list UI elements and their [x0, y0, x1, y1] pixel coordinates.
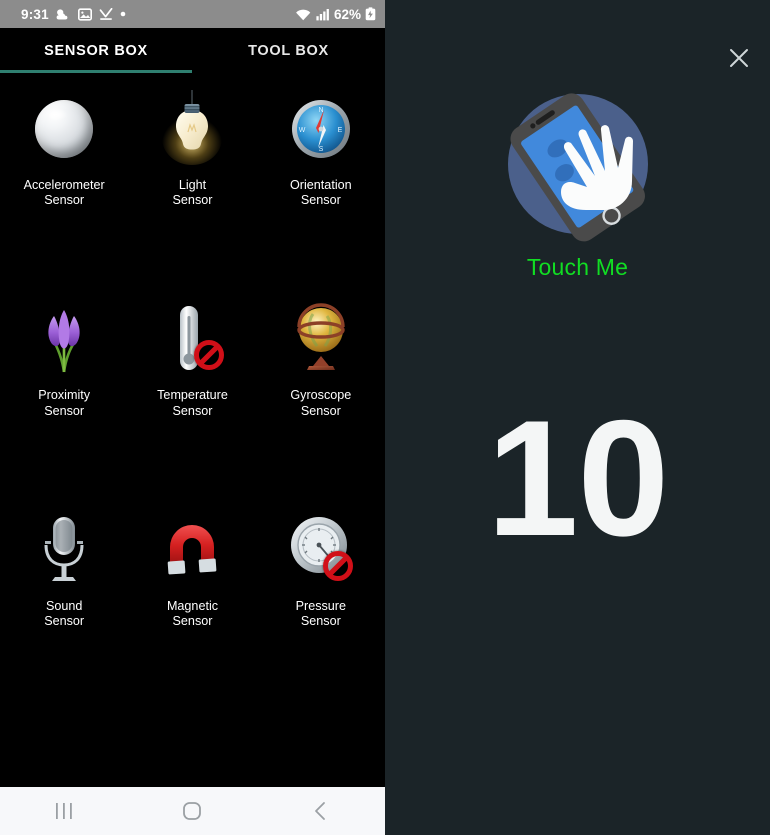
- sensor-label-light: Light Sensor: [172, 178, 213, 208]
- disabled-badge-icon: [322, 550, 353, 581]
- touch-me-title: Touch Me: [526, 254, 629, 280]
- photo-gallery-icon: [77, 7, 92, 21]
- globe-gyroscope-icon: [283, 300, 359, 378]
- status-bar-left: 9:31: [21, 7, 295, 22]
- touch-hand-on-phone-icon: [507, 93, 648, 242]
- sensor-item-accelerometer[interactable]: Accelerometer Sensor: [0, 78, 128, 288]
- microphone-icon: [26, 511, 102, 589]
- recent-apps-icon: [56, 803, 72, 819]
- silver-ball-icon: [26, 90, 102, 168]
- svg-text:W: W: [299, 127, 306, 134]
- battery-percent-label: 62%: [333, 6, 361, 22]
- sensor-label-accelerometer: Accelerometer Sensor: [23, 178, 105, 208]
- sensor-label-sound: Sound Sensor: [44, 598, 85, 629]
- compass-icon: N S W E: [283, 90, 359, 168]
- sensor-item-pressure[interactable]: Pressure Sensor: [257, 499, 385, 709]
- back-icon: [314, 802, 325, 820]
- close-icon: [730, 49, 748, 67]
- cellular-signal-icon: [316, 8, 329, 20]
- barometer-gauge-icon: [283, 511, 359, 589]
- light-bulb-icon: [154, 90, 230, 168]
- sensor-grid: Accelerometer Sensor Light Sensor N S W …: [0, 78, 385, 709]
- recent-apps-button[interactable]: [0, 787, 128, 835]
- home-button[interactable]: [128, 787, 256, 835]
- status-bar: 9:31 62%: [0, 0, 385, 28]
- dot-indicator-icon: [120, 11, 126, 17]
- svg-text:E: E: [337, 127, 342, 134]
- touch-me-header: Touch Me: [385, 88, 770, 281]
- battery-icon: [365, 7, 376, 21]
- close-button[interactable]: [720, 39, 758, 77]
- status-bar-right: 62%: [295, 7, 376, 22]
- tab-selection-indicator: [0, 70, 192, 73]
- thermometer-icon: [154, 300, 230, 378]
- sensor-item-gyroscope[interactable]: Gyroscope Sensor: [257, 288, 385, 498]
- screen: 9:31 62% SENSOR BOX TOOL BOX Acceleromet…: [0, 0, 770, 835]
- system-navigation-bar: [0, 787, 385, 835]
- tab-tool-box[interactable]: TOOL BOX: [192, 28, 385, 74]
- sensor-counter-value: 10: [486, 386, 670, 570]
- tab-bar: SENSOR BOX TOOL BOX: [0, 28, 385, 74]
- sensor-item-orientation[interactable]: N S W E Orientation Sensor: [257, 78, 385, 288]
- horseshoe-magnet-icon: [154, 511, 230, 589]
- back-button[interactable]: [257, 787, 385, 835]
- touch-me-detail-panel: Touch Me 10: [385, 0, 770, 835]
- home-icon: [183, 802, 202, 820]
- svg-text:S: S: [318, 146, 323, 153]
- sensor-item-sound[interactable]: Sound Sensor: [0, 499, 128, 709]
- sensor-item-magnetic[interactable]: Magnetic Sensor: [128, 499, 256, 709]
- wifi-icon: [296, 9, 312, 20]
- sensor-label-gyroscope: Gyroscope Sensor: [290, 388, 352, 418]
- sensor-item-temperature[interactable]: Temperature Sensor: [128, 288, 256, 498]
- sensor-item-light[interactable]: Light Sensor: [128, 78, 256, 288]
- sensor-label-magnetic: Magnetic Sensor: [166, 598, 219, 629]
- tab-sensor-box[interactable]: SENSOR BOX: [0, 28, 192, 74]
- crocus-flower-icon: [26, 300, 102, 378]
- weather-cloud-icon: [56, 8, 68, 19]
- sensor-label-orientation: Orientation Sensor: [290, 178, 352, 208]
- sensor-label-temperature: Temperature Sensor: [157, 388, 228, 418]
- status-time: 9:31: [21, 6, 49, 22]
- sensor-label-pressure: Pressure Sensor: [295, 598, 347, 629]
- download-complete-icon: [99, 7, 113, 20]
- sensor-box-app-panel: 9:31 62% SENSOR BOX TOOL BOX Acceleromet…: [0, 0, 385, 835]
- sensor-item-proximity[interactable]: Proximity Sensor: [0, 288, 128, 498]
- sensor-label-proximity: Proximity Sensor: [38, 388, 91, 418]
